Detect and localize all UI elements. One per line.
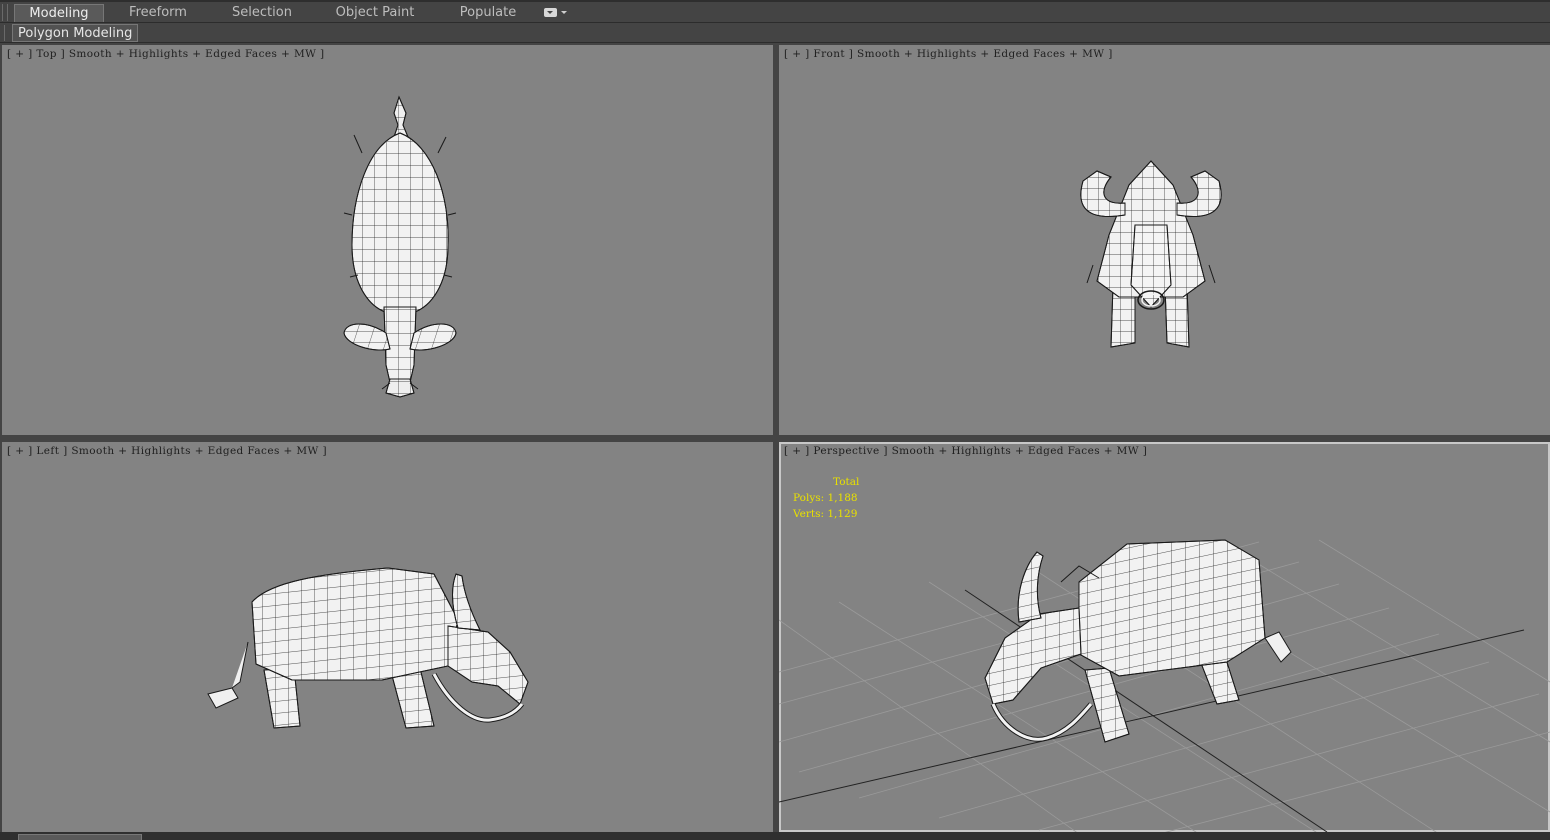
tab-selection[interactable]: Selection [220,4,304,22]
viewport-left-label: [ + ] Left ] Smooth + Highlights + Edged… [7,445,327,457]
time-slider-strip [0,832,1550,840]
stats-title: Total [833,476,860,488]
bull-mesh-front [1080,160,1222,348]
front-view-mesh [1080,160,1222,348]
top-view-mesh [343,95,457,398]
chevron-down-icon [561,11,567,14]
ribbon-top-border [0,0,1550,2]
viewport-menu-button[interactable]: [ + ] [7,48,33,60]
viewport-top[interactable]: [ + ] Top ] Smooth + Highlights + Edged … [2,45,773,435]
viewport-menu-button[interactable]: [ + ] [7,445,33,457]
viewport-menu-button[interactable]: [ + ] [784,48,810,60]
bull-mesh-left [207,567,529,729]
viewport-shading-button[interactable]: Smooth + Highlights + Edged Faces + MW ] [69,48,325,60]
viewport-front-label: [ + ] Front ] Smooth + Highlights + Edge… [784,48,1113,60]
polygon-modeling-panel-button[interactable]: Polygon Modeling [12,24,139,42]
viewport-point-of-view-button[interactable]: Perspective [813,445,879,457]
viewport-shading-button[interactable]: Smooth + Highlights + Edged Faces + MW ] [892,445,1148,457]
viewport-top-label: [ + ] Top ] Smooth + Highlights + Edged … [7,48,325,60]
left-view-mesh [207,567,529,729]
stats-polys: Polys: 1,188 [793,492,858,504]
viewport-point-of-view-button[interactable]: Left [36,445,59,457]
tab-object-paint[interactable]: Object Paint [330,4,420,22]
bull-mesh-top [343,95,457,398]
viewport-perspective[interactable]: [ + ] Perspective ] Smooth + Highlights … [779,442,1550,832]
time-slider-thumb[interactable] [18,834,142,840]
viewport-point-of-view-button[interactable]: Front [813,48,845,60]
viewport-shading-button[interactable]: Smooth + Highlights + Edged Faces + MW ] [71,445,327,457]
ribbon-grip-handle[interactable] [2,4,8,21]
tab-freeform[interactable]: Freeform [116,4,200,22]
ribbon-panel-strip: Polygon Modeling [0,23,1550,43]
perspective-view-mesh [779,539,1550,832]
bull-mesh-perspective [984,539,1292,743]
viewport-point-of-view-button[interactable]: Top [36,48,56,60]
ribbon-options-dropdown[interactable] [540,6,570,20]
stats-verts: Verts: 1,129 [793,508,858,520]
tab-populate[interactable]: Populate [448,4,528,22]
panel-grip-handle[interactable] [4,25,8,41]
3d-app-window: Modeling Freeform Selection Object Paint… [0,0,1550,840]
viewport-left[interactable]: [ + ] Left ] Smooth + Highlights + Edged… [2,442,773,832]
viewport-front[interactable]: [ + ] Front ] Smooth + Highlights + Edge… [779,45,1550,435]
dropdown-box-icon [544,8,557,17]
viewport-menu-button[interactable]: [ + ] [784,445,810,457]
scene-statistics: Total Polys: 1,188 Verts: 1,129 [793,474,859,522]
tab-modeling[interactable]: Modeling [14,4,104,22]
viewport-shading-button[interactable]: Smooth + Highlights + Edged Faces + MW ] [857,48,1113,60]
ribbon-tab-bar: Modeling Freeform Selection Object Paint… [0,0,1550,23]
viewport-perspective-label: [ + ] Perspective ] Smooth + Highlights … [784,445,1148,457]
